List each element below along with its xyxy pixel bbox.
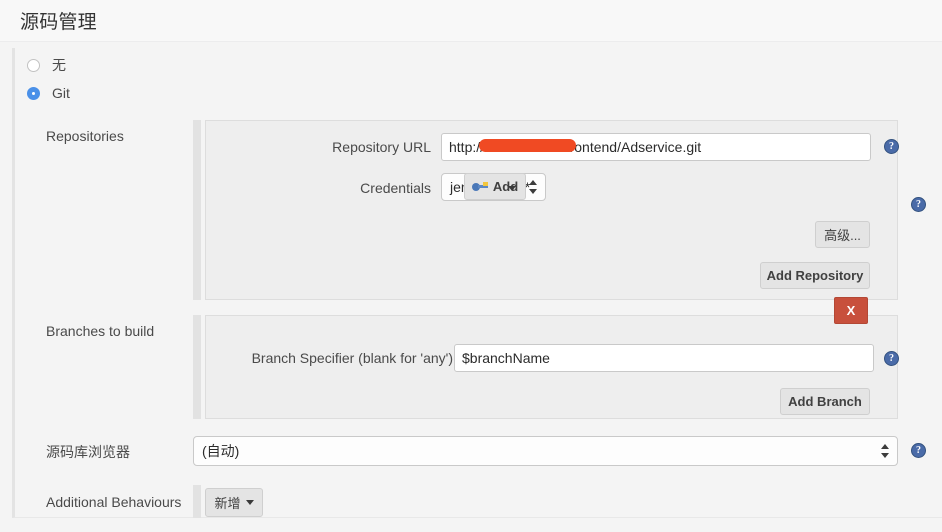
branches-panel: Branch Specifier (blank for 'any') Add B… bbox=[205, 315, 899, 419]
branches-section-label: Branches to build bbox=[46, 323, 155, 339]
advanced-button[interactable]: 高级... bbox=[815, 221, 870, 248]
scm-option-none-label: 无 bbox=[52, 57, 66, 73]
scm-option-git-label: Git bbox=[52, 85, 70, 101]
chevron-down-icon bbox=[508, 186, 516, 191]
repositories-panel: Repository URL Credentials jenkins/*****… bbox=[205, 120, 899, 300]
repositories-panel-rail bbox=[193, 120, 201, 300]
scm-option-none[interactable]: 无 bbox=[27, 54, 66, 76]
add-repository-button[interactable]: Add Repository bbox=[760, 262, 870, 289]
scm-form-body: 无 Git Repositories Repository URL Creden… bbox=[12, 48, 942, 518]
add-branch-button[interactable]: Add Branch bbox=[780, 388, 870, 415]
credentials-label: Credentials bbox=[360, 180, 431, 196]
repository-browser-label: 源码库浏览器 bbox=[46, 444, 130, 460]
repositories-section-label: Repositories bbox=[46, 128, 124, 144]
radio-git-icon[interactable] bbox=[27, 86, 40, 100]
repository-browser-value: (自动) bbox=[202, 443, 240, 459]
branches-panel-rail bbox=[193, 315, 201, 419]
stepper-arrows-icon bbox=[881, 443, 890, 459]
add-behaviour-label: 新增 bbox=[214, 496, 241, 511]
page-header: 源码管理 bbox=[0, 0, 942, 42]
advanced-button-label: 高级... bbox=[824, 228, 861, 243]
additional-behaviours-rail bbox=[193, 485, 201, 518]
key-icon bbox=[471, 181, 488, 192]
repositories-section-help-icon[interactable]: ? bbox=[911, 197, 926, 212]
repository-browser-select[interactable]: (自动) bbox=[193, 436, 898, 466]
page-title: 源码管理 bbox=[20, 12, 97, 33]
repository-url-input[interactable] bbox=[441, 133, 871, 161]
scm-config-page: 源码管理 无 Git Repositories Repository URL C… bbox=[0, 0, 942, 532]
delete-branch-label: X bbox=[846, 303, 856, 318]
chevron-down-icon bbox=[245, 500, 254, 505]
add-credentials-button[interactable]: Add bbox=[464, 173, 526, 200]
add-behaviour-button[interactable]: 新增 bbox=[205, 488, 263, 517]
radio-none-icon[interactable] bbox=[27, 58, 40, 72]
scm-option-git[interactable]: Git bbox=[27, 82, 70, 104]
repository-browser-help-icon[interactable]: ? bbox=[911, 443, 926, 458]
branch-specifier-input[interactable] bbox=[454, 344, 874, 372]
repository-url-label: Repository URL bbox=[332, 139, 431, 155]
stepper-arrows-icon bbox=[529, 179, 538, 195]
delete-branch-button[interactable]: X bbox=[834, 297, 868, 324]
repository-url-help-icon[interactable]: ? bbox=[884, 139, 899, 154]
branch-specifier-label: Branch Specifier (blank for 'any') bbox=[251, 350, 453, 366]
additional-behaviours-label: Additional Behaviours bbox=[46, 494, 182, 510]
add-branch-label: Add Branch bbox=[788, 394, 862, 409]
branch-specifier-help-icon[interactable]: ? bbox=[884, 351, 899, 366]
add-repository-label: Add Repository bbox=[766, 268, 864, 283]
